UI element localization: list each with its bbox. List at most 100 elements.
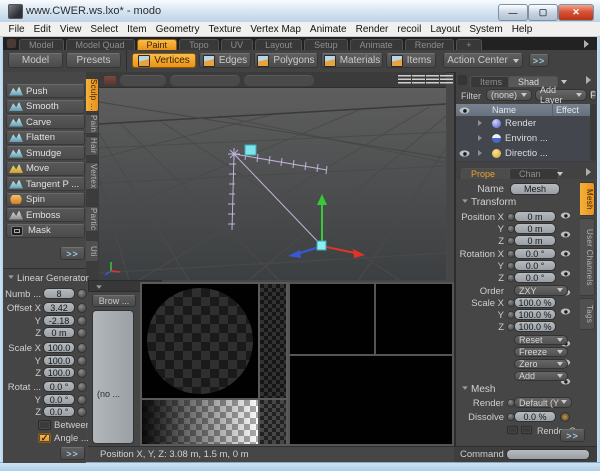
tool-tab-sculpt[interactable]: Sculp ... <box>86 78 99 112</box>
tree-row-render[interactable]: Render <box>456 116 590 132</box>
side-tab-tags[interactable]: Tags <box>580 298 595 330</box>
tab-strip-corner-icon[interactable] <box>7 39 16 48</box>
viewport-rotate-widget[interactable] <box>104 76 116 85</box>
lg-offset-x-dial[interactable] <box>77 303 87 313</box>
menu-layout[interactable]: Layout <box>426 22 465 37</box>
dissolve-field[interactable]: 0.0 % <box>514 411 556 422</box>
menu-geometry[interactable]: Geometry <box>151 22 204 37</box>
between-checkbox[interactable] <box>38 420 51 430</box>
mode-materials-button[interactable]: Materials <box>321 53 383 68</box>
menu-system[interactable]: System <box>465 22 507 37</box>
mode-vertices-button[interactable]: Vertices <box>132 53 196 68</box>
tool-tangent-pinch[interactable]: Tangent P ... <box>6 177 85 191</box>
linear-generator-header[interactable]: Linear Generator <box>7 273 89 284</box>
scale-z-field[interactable]: 100.0 % <box>514 321 556 332</box>
menu-animate[interactable]: Animate <box>305 22 351 37</box>
filter-dropdown[interactable]: (none) <box>486 89 532 101</box>
position-x-eye-icon[interactable] <box>561 213 570 219</box>
preview-cell-top-left[interactable] <box>290 284 374 354</box>
tool-tab-utilities[interactable]: Uti ... <box>86 240 99 262</box>
lg-rotate-z-dial[interactable] <box>77 407 87 417</box>
lg-scale-x-field[interactable]: 100.0 <box>43 342 75 353</box>
tool-carve[interactable]: Carve <box>6 115 85 129</box>
lg-offset-z-field[interactable]: 0 m <box>43 327 75 338</box>
command-input[interactable] <box>506 449 590 460</box>
lg-rotate-x-field[interactable]: 0.0 ° <box>43 381 75 392</box>
tree-row-directional-light[interactable]: Directio ... <box>456 146 590 162</box>
tool-push[interactable]: Push <box>6 84 85 98</box>
mesh-section-header[interactable]: Mesh <box>461 384 495 395</box>
tool-tab-hair[interactable]: Hair ... <box>86 136 99 156</box>
title-bar[interactable]: www.CWER.ws.lxo* - modo — ▢ ✕ <box>0 0 600 23</box>
viewport-layout-icon-2[interactable] <box>412 75 425 84</box>
properties-tab-caret-icon[interactable] <box>557 172 563 179</box>
reset-button[interactable]: Reset <box>514 335 568 345</box>
maximize-button[interactable]: ▢ <box>528 4 558 21</box>
layout-tab-uv[interactable]: UV <box>221 39 254 50</box>
render-dropdown[interactable]: Default (Y ... <box>514 397 572 408</box>
lg-offset-y-field[interactable]: -2.18 <box>43 315 75 326</box>
viewport-layout-icon-3[interactable] <box>426 75 439 84</box>
falloff-strip-preview[interactable] <box>260 284 286 398</box>
mode-edges-button[interactable]: Edges <box>199 53 251 68</box>
layout-tab-model-quad[interactable]: Model Quad <box>66 39 135 50</box>
add-layer-dropdown[interactable]: Add Layer <box>535 89 587 101</box>
tree-column-effect[interactable]: Effect <box>556 104 579 116</box>
layout-tab-setup[interactable]: Setup <box>304 39 348 50</box>
scale-x-field[interactable]: 100.0 % <box>514 297 556 308</box>
menu-view[interactable]: View <box>55 22 86 37</box>
tool-mask[interactable]: Mask <box>6 224 85 238</box>
tool-flatten[interactable]: Flatten <box>6 131 85 145</box>
transform-section-header[interactable]: Transform <box>461 197 516 208</box>
menu-render[interactable]: Render <box>351 22 393 37</box>
tool-tab-particles[interactable]: Partic ... <box>86 206 99 232</box>
side-tab-mesh[interactable]: Mesh <box>580 182 595 216</box>
mode-polygons-button[interactable]: Polygons <box>254 53 318 68</box>
tab-channels[interactable]: Chan ... <box>509 168 559 179</box>
viewport-canvas[interactable] <box>99 88 446 280</box>
tree-scrollbar[interactable] <box>590 104 596 161</box>
menu-vertex-map[interactable]: Vertex Map <box>246 22 306 37</box>
rotation-x-eye-icon[interactable] <box>561 271 570 277</box>
rotation-y-field[interactable]: 0.0 ° <box>514 260 556 271</box>
viewport-dropdown-3[interactable] <box>244 75 314 86</box>
minimize-button[interactable]: — <box>498 4 528 21</box>
rotation-z-field[interactable]: 0.0 ° <box>514 272 556 283</box>
tab-overflow-right-icon[interactable] <box>586 76 595 84</box>
tool-smudge[interactable]: Smudge <box>6 146 85 160</box>
tool-tab-vertex[interactable]: Vertex ... <box>86 162 99 190</box>
render-curves-checkbox[interactable] <box>521 426 532 435</box>
menu-help[interactable]: Help <box>507 22 537 37</box>
menu-texture[interactable]: Texture <box>204 22 246 37</box>
lg-rotate-z-field[interactable]: 0.0 ° <box>43 406 75 417</box>
action-center-dropdown[interactable]: Action Center <box>443 53 523 68</box>
tools-overflow-button[interactable]: >> <box>60 247 85 260</box>
layout-tab-layout[interactable]: Layout <box>255 39 302 50</box>
layout-tab-animate[interactable]: Animate <box>350 39 403 50</box>
lg-scale-z-dial[interactable] <box>77 368 87 378</box>
model-button[interactable]: Model <box>8 53 63 68</box>
layout-tab-paint[interactable]: Paint <box>137 39 178 50</box>
mode-items-button[interactable]: Items <box>386 53 436 68</box>
rotation-z-eye-icon[interactable] <box>561 309 570 315</box>
properties-tab-overflow-icon[interactable] <box>586 168 595 176</box>
linear-generator-overflow-button[interactable]: >> <box>60 447 85 460</box>
layout-tab-add[interactable]: + <box>456 39 481 50</box>
menu-select[interactable]: Select <box>86 22 123 37</box>
menu-edit[interactable]: Edit <box>29 22 55 37</box>
menu-item[interactable]: Item <box>123 22 151 37</box>
lg-scale-y-field[interactable]: 100.0 <box>43 355 75 366</box>
viewport-layout-icon-4[interactable] <box>440 75 453 84</box>
menu-recoil[interactable]: recoil <box>393 22 426 37</box>
mesh-name-field[interactable]: Mesh <box>510 183 560 195</box>
light-visibility-eye-icon[interactable] <box>460 150 470 156</box>
tool-spin[interactable]: Spin <box>6 193 85 207</box>
side-tab-user-channels[interactable]: User Channels <box>580 218 595 296</box>
light-expand-icon[interactable] <box>478 150 485 156</box>
viewport-layout-icon-1[interactable] <box>398 75 411 84</box>
close-button[interactable]: ✕ <box>558 4 594 21</box>
scale-y-field[interactable]: 100.0 % <box>514 309 556 320</box>
preview-cell-bottom[interactable] <box>290 356 452 444</box>
zero-button[interactable]: Zero <box>514 359 568 369</box>
lg-rotate-y-dial[interactable] <box>77 395 87 405</box>
